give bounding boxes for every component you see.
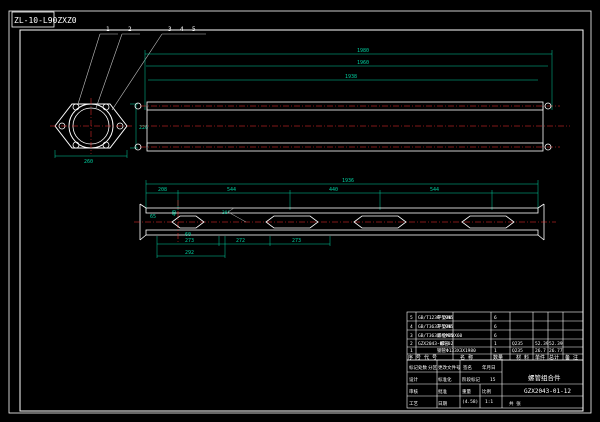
title-block-row-label-date: 年月日 — [482, 364, 496, 371]
parts-row-3-name: 螺栓M20X60 — [437, 332, 463, 339]
parts-row-4-qty: 1 — [494, 341, 497, 347]
section-bottom-dim-273b: 273 — [292, 238, 301, 244]
title-block-role-process: 工艺 — [409, 401, 418, 407]
parts-row-4-total-wt: 52.39 — [549, 341, 563, 347]
title-block-row-label-sign: 签名 — [463, 364, 472, 371]
parts-row-4-name: -螺管 — [437, 340, 449, 347]
parts-row-5-no: 1 — [410, 348, 413, 354]
parts-row-4-unit-wt: 52.39 — [535, 341, 549, 347]
title-block-role-standard: 标准化 — [438, 376, 452, 383]
parts-row-4-material: Q235 — [512, 341, 523, 347]
title-block-drawing-number: GZX2043-01-12 — [524, 388, 571, 395]
balloon-1: 1 — [106, 26, 110, 33]
section-dim-1936: 1936 — [342, 178, 354, 184]
section-bottom-dim-273a: 273 — [185, 238, 194, 244]
parts-row-1-qty: 6 — [494, 315, 497, 321]
parts-row-2-name: 平垫20 — [437, 323, 452, 330]
title-block-row-label-count: 处数 — [418, 364, 427, 371]
title-block-sheet-label: 共 张 — [509, 400, 521, 407]
front-dim-inner: 1938 — [345, 74, 357, 80]
title-block-date-label: 日期 — [438, 401, 447, 407]
section-angle-dim: 30° — [222, 210, 230, 216]
parts-row-4-no: 2 — [410, 341, 413, 347]
title-block-scale-value: 1:1 — [485, 399, 493, 405]
parts-row-5-unit-wt: 26.7 — [535, 348, 546, 354]
title-block-role-approve: 批准 — [438, 388, 447, 395]
title-block-stage-label: 阶段标记 — [462, 376, 480, 383]
parts-row-5-name: 钢管Φ133X3X1980 — [437, 347, 476, 354]
parts-row-5-qty: 1 — [494, 348, 497, 354]
parts-row-2-qty: 6 — [494, 324, 497, 330]
title-block-role-review: 审核 — [409, 388, 418, 395]
section-bottom-dim-292: 292 — [185, 250, 194, 256]
balloon-5: 5 — [192, 26, 196, 33]
section-dim-544b: 544 — [430, 187, 439, 193]
title-block-row-label-zone: 分区 — [428, 364, 437, 371]
balloon-4: 4 — [180, 26, 184, 33]
title-block-role-design: 设计 — [409, 376, 418, 383]
title-block-sheet-index: 15 — [490, 377, 496, 383]
parts-row-1-name: 平垫20 — [437, 314, 452, 321]
front-dim-overall: 1980 — [357, 48, 369, 54]
title-block-scale-label: 比例 — [482, 388, 491, 395]
title-block-weight-value: (4.58) — [462, 399, 478, 405]
section-dim-440: 440 — [329, 187, 338, 193]
parts-row-5-total-wt: 26.77 — [549, 348, 563, 354]
title-block-row-label-file: 更改文件号 — [438, 364, 461, 371]
parts-row-2-no: 4 — [410, 324, 413, 330]
parts-row-5-material: Q235 — [512, 348, 523, 354]
section-dim-544a: 544 — [227, 187, 236, 193]
title-block-drawing-name: 螺管组合件 — [528, 373, 561, 382]
end-view-width-dim: 260 — [84, 159, 93, 165]
parts-row-3-qty: 6 — [494, 333, 497, 339]
section-left-dim-65: 65 — [150, 214, 156, 220]
parts-row-1-no: 5 — [410, 315, 413, 321]
title-stamp-text: ZL-10-L90ZXZ0 — [14, 16, 77, 25]
balloon-3: 3 — [168, 26, 172, 33]
cad-drawing-canvas[interactable]: ZL-10-L90ZXZ0 1 2 3 4 5 260 226 1980 196… — [0, 0, 600, 422]
balloon-2: 2 — [128, 26, 132, 33]
section-left-dim-40: 40 — [172, 210, 178, 216]
front-dim-middle: 1960 — [357, 60, 369, 66]
section-bottom-dim-272: 272 — [236, 238, 245, 244]
section-dim-208: 208 — [158, 187, 167, 193]
title-block-weight-label: 重量 — [462, 388, 471, 395]
parts-row-3-no: 3 — [410, 333, 413, 339]
